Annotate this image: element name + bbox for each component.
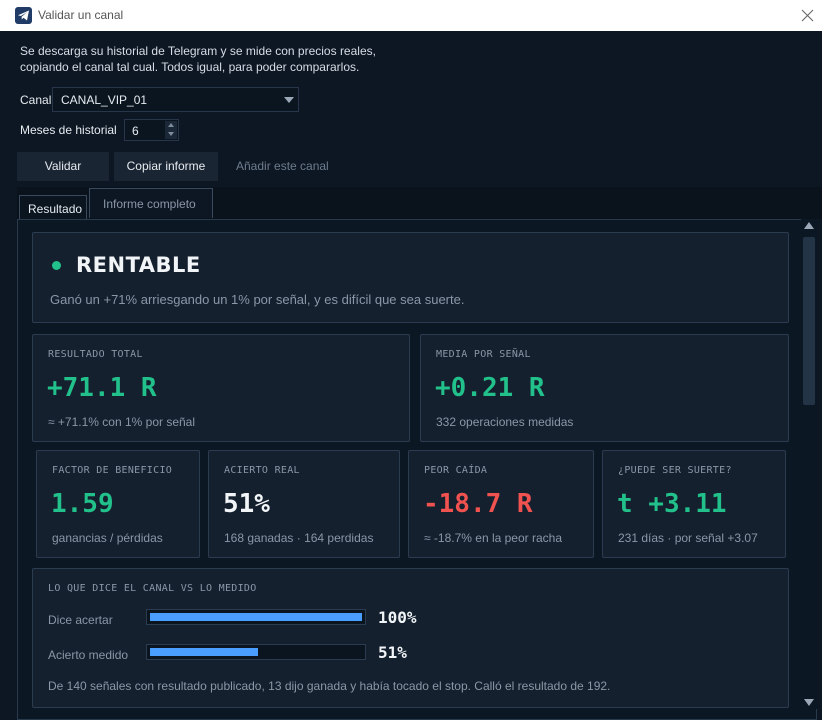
spin-down-button[interactable]: [165, 130, 177, 139]
scrollbar-thumb[interactable]: [803, 237, 815, 405]
claimed-bar-track: [146, 609, 366, 625]
metric-value: +71.1 R: [47, 373, 157, 403]
measured-bar-fill: [150, 648, 258, 656]
months-label: Meses de historial: [20, 123, 117, 137]
metric-card-luck: ¿PUEDE SER SUERTE? t +3.11 231 días · po…: [602, 450, 786, 558]
metric-value: 51%: [223, 489, 270, 519]
metric-note: ≈ +71.1% con 1% por señal: [48, 415, 196, 429]
metric-label: ACIERTO REAL: [224, 465, 300, 476]
measured-bar-track: [146, 644, 366, 660]
months-spinbox[interactable]: 6: [124, 119, 179, 141]
channel-select-value: CANAL_VIP_01: [61, 93, 148, 107]
metric-value: t +3.11: [617, 489, 727, 519]
metric-card-drawdown: PEOR CAÍDA -18.7 R ≈ -18.7% en la peor r…: [408, 450, 594, 558]
intro-line-2: copiando el canal tal cual. Todos igual,…: [20, 60, 360, 74]
claimed-label: Dice acertar: [48, 613, 113, 627]
title-bar: Validar un canal: [0, 0, 822, 31]
comparison-note: De 140 señales con resultado publicado, …: [48, 679, 611, 693]
add-channel-button[interactable]: Añadir este canal: [236, 159, 329, 173]
status-dot-icon: [52, 261, 61, 270]
metric-card-avg: MEDIA POR SEÑAL +0.21 R 332 operaciones …: [420, 334, 789, 442]
metric-note: ≈ -18.7% en la peor racha: [424, 531, 562, 545]
validate-button[interactable]: Validar: [17, 152, 109, 181]
measured-label: Acierto medido: [48, 648, 129, 662]
close-icon: [801, 9, 814, 22]
intro-line-1: Se descarga su historial de Telegram y s…: [20, 44, 376, 58]
claimed-percent: 100%: [378, 608, 417, 627]
metric-label: MEDIA POR SEÑAL: [436, 349, 531, 360]
channel-select[interactable]: CANAL_VIP_01: [52, 87, 299, 112]
months-value: 6: [132, 124, 139, 138]
metric-label: PEOR CAÍDA: [424, 465, 488, 476]
metric-value: +0.21 R: [435, 373, 545, 403]
tab-full-report[interactable]: Informe completo: [89, 188, 213, 218]
metric-label: RESULTADO TOTAL: [48, 349, 143, 360]
dialog-body: Se descarga su historial de Telegram y s…: [0, 31, 822, 720]
claimed-bar-fill: [150, 613, 362, 621]
measured-percent: 51%: [378, 643, 407, 662]
caret-up-icon: [168, 123, 174, 127]
verdict-title: RENTABLE: [76, 253, 201, 277]
scroll-up-icon[interactable]: [804, 222, 814, 229]
tab-bar: Resultado Informe completo: [17, 187, 822, 220]
metric-label: FACTOR DE BENEFICIO: [52, 465, 173, 476]
spin-up-button[interactable]: [165, 121, 177, 130]
result-panel: RENTABLE Ganó un +71% arriesgando un 1% …: [17, 219, 817, 720]
metric-value: -18.7 R: [423, 489, 533, 519]
metric-note: ganancias / pérdidas: [52, 531, 163, 545]
metric-card-total: RESULTADO TOTAL +71.1 R ≈ +71.1% con 1% …: [32, 334, 410, 442]
comparison-card: LO QUE DICE EL CANAL VS LO MEDIDO Dice a…: [32, 568, 789, 708]
close-button[interactable]: [794, 0, 822, 31]
scroll-down-icon[interactable]: [804, 699, 814, 706]
vertical-scrollbar[interactable]: [801, 219, 817, 709]
metric-card-winrate: ACIERTO REAL 51% 168 ganadas · 164 perdi…: [208, 450, 400, 558]
intro-text: Se descarga su historial de Telegram y s…: [20, 43, 376, 75]
comparison-title: LO QUE DICE EL CANAL VS LO MEDIDO: [48, 583, 257, 594]
chevron-down-icon: [284, 97, 294, 103]
tab-result[interactable]: Resultado: [19, 195, 87, 220]
copy-report-button[interactable]: Copiar informe: [114, 152, 218, 181]
metric-note: 231 días · por señal +3.07: [618, 531, 758, 545]
verdict-subtitle: Ganó un +71% arriesgando un 1% por señal…: [50, 292, 465, 307]
verdict-card: RENTABLE Ganó un +71% arriesgando un 1% …: [32, 232, 789, 323]
window-title: Validar un canal: [38, 8, 124, 22]
metric-note: 332 operaciones medidas: [436, 415, 574, 429]
metric-value: 1.59: [51, 489, 114, 519]
caret-down-icon: [168, 132, 174, 136]
metric-label: ¿PUEDE SER SUERTE?: [618, 465, 732, 476]
channel-label: Canal: [20, 93, 52, 107]
telegram-icon: [15, 7, 32, 24]
metric-note: 168 ganadas · 164 perdidas: [224, 531, 374, 545]
metric-card-profit-factor: FACTOR DE BENEFICIO 1.59 ganancias / pér…: [36, 450, 200, 558]
